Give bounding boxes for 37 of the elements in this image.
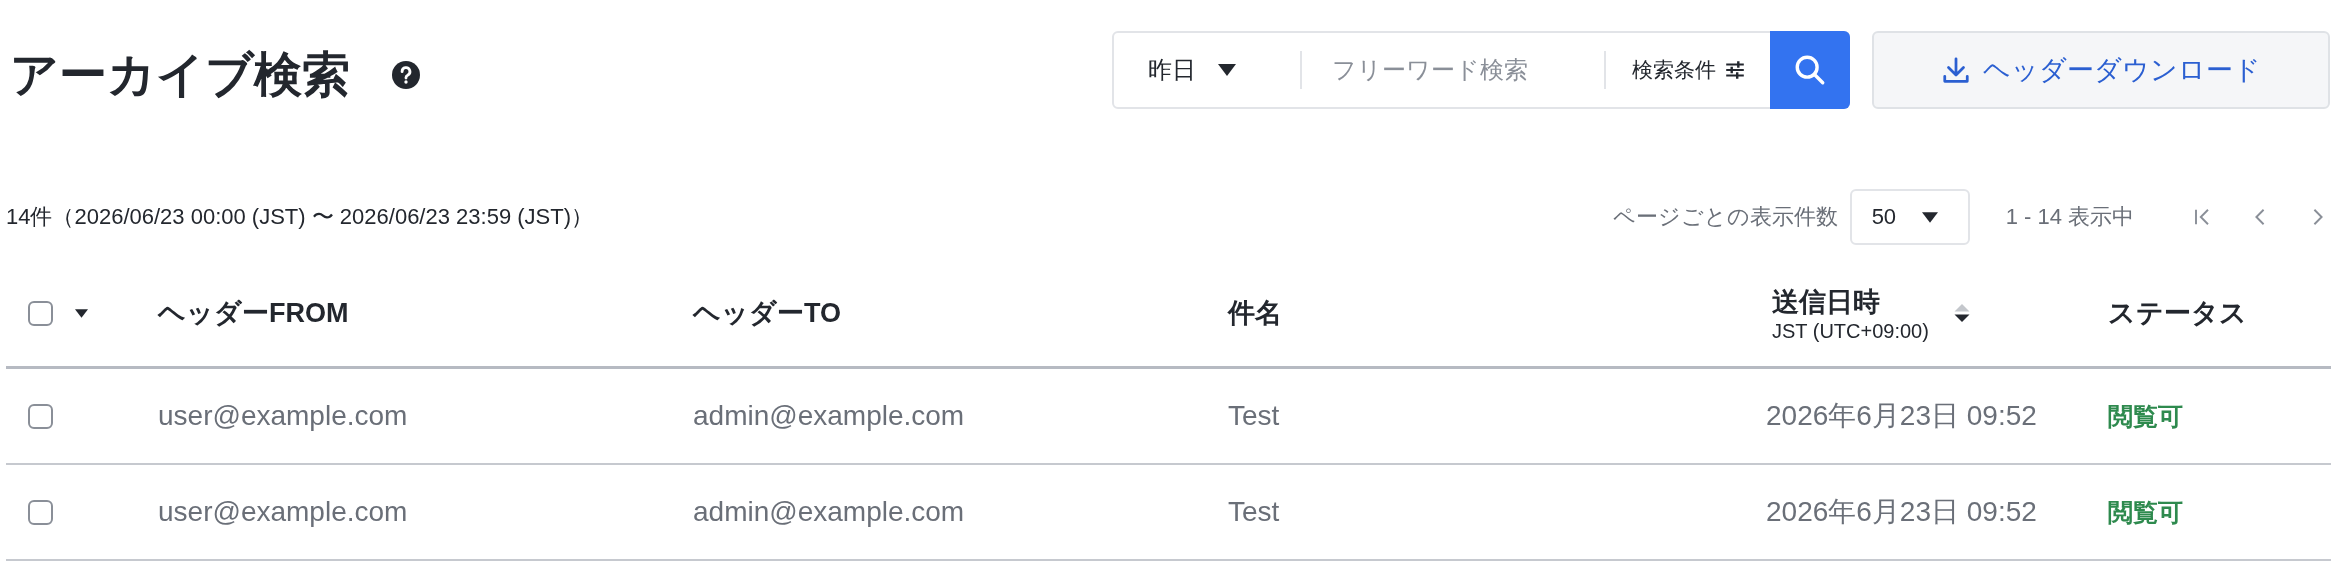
row-checkbox[interactable] (28, 403, 53, 429)
table-cell: user@example.com (158, 400, 408, 431)
caret-icon (1922, 211, 1939, 223)
search-button[interactable] (1770, 31, 1850, 109)
column-header: ステータス (2108, 298, 2247, 328)
caret-icon (1218, 64, 1236, 76)
table-cell: admin@example.com (693, 400, 965, 431)
per-page-dropdown[interactable]: 50 (1849, 189, 1970, 245)
sort-icon[interactable] (1952, 301, 1971, 325)
download-button[interactable]: ヘッダーダウンロード (1872, 31, 2330, 109)
column-header: ヘッダーTO (693, 298, 841, 328)
download-icon (1941, 55, 1971, 85)
search-icon (1793, 53, 1827, 87)
caret-icon[interactable] (75, 308, 88, 318)
column-subheader: JST (UTC+09:00) (1772, 319, 1929, 343)
column-header: 送信日時 (1772, 285, 1881, 319)
table-cell: Test (1228, 496, 1280, 527)
period-dropdown[interactable]: 昨日 (1114, 33, 1300, 107)
table-cell: admin@example.com (693, 496, 965, 527)
result-summary: 14件（2026/06/23 00:00 (JST) 〜 2026/06/23 23:59 (JST)） (6, 203, 593, 231)
status-text: 閲覧可 (2108, 401, 2183, 430)
status-text: 閲覧可 (2108, 497, 2183, 526)
select-all-checkbox[interactable] (28, 300, 53, 326)
table-cell: user@example.com (158, 496, 408, 527)
page-title: アーカイブ検索 (10, 47, 350, 103)
row-checkbox[interactable] (28, 499, 53, 525)
page-range: 1 - 14 表示中 (2005, 203, 2134, 231)
column-header: ヘッダーFROM (158, 298, 349, 328)
sliders-icon (1724, 59, 1746, 81)
search-conditions-button[interactable]: 検索条件 (1606, 33, 1770, 107)
table-cell: Test (1228, 400, 1280, 431)
column-header: 件名 (1228, 298, 1282, 328)
table-cell: 2026年6月23日 09:52 (1766, 496, 2037, 527)
table-cell: 2026年6月23日 09:52 (1766, 400, 2037, 431)
help-icon[interactable] (392, 61, 420, 89)
per-page-label: ページごとの表示件数 (1612, 203, 1838, 231)
search-bar[interactable]: 昨日 フリーワード検索 検索条件 (1112, 31, 1850, 109)
